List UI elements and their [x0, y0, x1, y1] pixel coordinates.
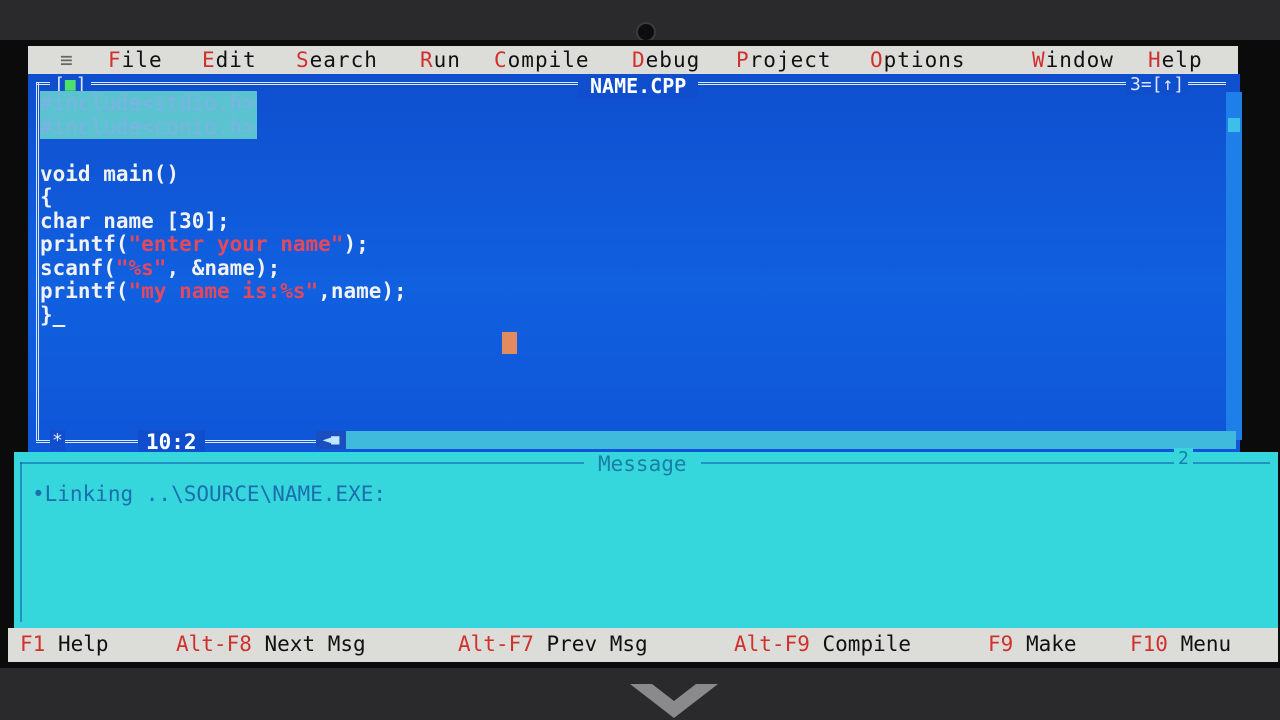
menu-help[interactable]: Help: [1148, 48, 1203, 72]
scroll-thumb[interactable]: [1228, 118, 1240, 132]
zoom-box-button[interactable]: 3=[↑]: [1126, 74, 1189, 95]
menu-run[interactable]: Run: [420, 48, 461, 72]
code-line: char name [30];: [40, 208, 230, 233]
code-area[interactable]: #include<stdio.h> #include<conio.h> void…: [40, 91, 407, 327]
message-title: Message: [584, 452, 701, 476]
fkey-prev-msg[interactable]: Alt-F7 Prev Msg: [458, 632, 648, 656]
laptop-logo-cutout: [652, 684, 696, 701]
menu-debug[interactable]: Debug: [632, 48, 700, 72]
cursor-position: 10:2: [138, 430, 205, 454]
menu-compile[interactable]: Compile: [494, 48, 590, 72]
message-window-number: 2: [1174, 448, 1193, 469]
editor-title: NAME.CPP: [578, 74, 699, 98]
scroll-left-arrow-icon[interactable]: ◄■: [316, 431, 346, 449]
code-line: scanf("%s", &name);: [40, 255, 281, 280]
menu-window[interactable]: Window: [1032, 48, 1114, 72]
message-line[interactable]: •Linking ..\SOURCE\NAME.EXE:: [32, 482, 386, 506]
code-line: printf("enter your name");: [40, 232, 369, 256]
mouse-cursor: [502, 332, 517, 354]
menu-file[interactable]: File: [108, 48, 163, 72]
fkey-make[interactable]: F9 Make: [988, 632, 1077, 656]
code-line: #include<conio.h>: [40, 114, 257, 139]
code-line: #include<stdio.h>: [40, 91, 257, 115]
modified-indicator: *: [50, 430, 65, 451]
menu-edit[interactable]: Edit: [202, 48, 257, 72]
fkey-next-msg[interactable]: Alt-F8 Next Msg: [176, 632, 366, 656]
menu-options[interactable]: Options: [870, 48, 966, 72]
menu-bar: ≡ File Edit Search Run Compile Debug Pro…: [28, 46, 1238, 74]
code-line: }_: [40, 302, 66, 327]
code-line: void main(): [40, 161, 180, 186]
fkey-help[interactable]: F1 Help: [20, 632, 109, 656]
function-key-bar: F1 Help Alt-F8 Next Msg Alt-F7 Prev Msg …: [8, 628, 1278, 662]
code-line: printf("my name is:%s",name);: [40, 279, 407, 303]
code-line: {: [40, 185, 53, 209]
menu-project[interactable]: Project: [736, 48, 832, 72]
fkey-compile[interactable]: Alt-F9 Compile: [734, 632, 911, 656]
editor-window[interactable]: [■] NAME.CPP 3=[↑] #include<stdio.h> #in…: [28, 74, 1242, 456]
webcam: [636, 22, 656, 42]
editor-frame-left: [36, 82, 39, 440]
fkey-menu[interactable]: F10 Menu: [1130, 632, 1231, 656]
menu-search[interactable]: Search: [296, 48, 378, 72]
message-frame-left: [20, 462, 22, 622]
message-window[interactable]: Message 2 •Linking ..\SOURCE\NAME.EXE:: [14, 448, 1278, 634]
system-menu-icon[interactable]: ≡: [60, 48, 74, 72]
vertical-scrollbar[interactable]: [1226, 92, 1242, 440]
horizontal-scrollbar[interactable]: ◄■: [316, 431, 1236, 449]
